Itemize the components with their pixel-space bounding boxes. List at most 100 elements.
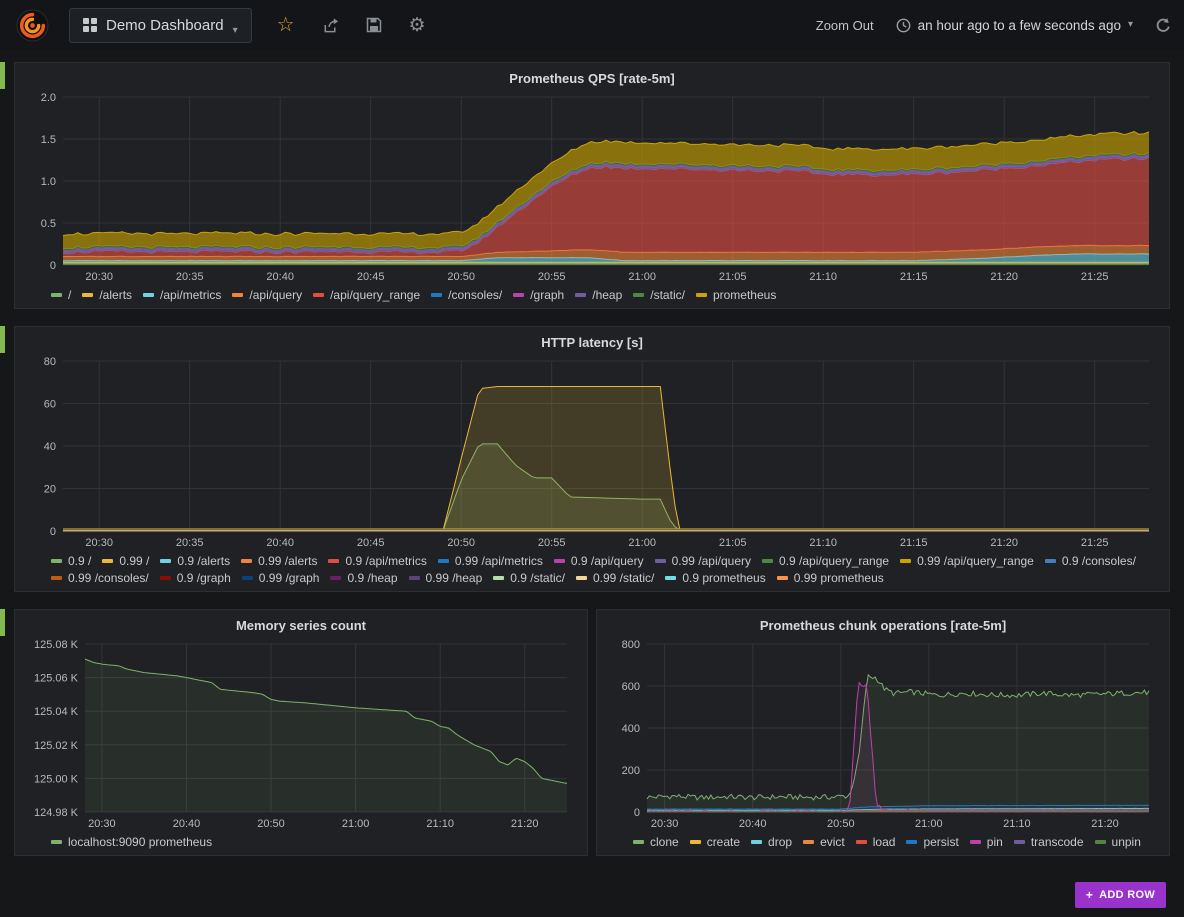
legend-item[interactable]: 0.99 /api/metrics: [438, 554, 543, 568]
grafana-logo-icon: [16, 9, 49, 42]
legend-item[interactable]: /api/metrics: [143, 288, 221, 302]
x-tick-label: 21:25: [1081, 537, 1109, 549]
legend-item[interactable]: 0.9 /graph: [160, 571, 231, 585]
legend-item[interactable]: /graph: [513, 288, 564, 302]
legend-item[interactable]: 0.9 /api/metrics: [328, 554, 426, 568]
time-range-picker[interactable]: an hour ago to a few seconds ago ▾: [896, 18, 1133, 33]
add-row-label: ADD ROW: [1099, 889, 1155, 901]
legend-label: /api/query_range: [330, 288, 420, 302]
legend-swatch: [1014, 840, 1025, 844]
legend-label: 0.99 /graph: [259, 571, 320, 585]
panel-title[interactable]: Prometheus chunk operations [rate-5m]: [605, 614, 1161, 636]
legend-item[interactable]: create: [690, 835, 740, 849]
legend-item[interactable]: 0.9 /: [51, 554, 91, 568]
legend-item[interactable]: /heap: [575, 288, 622, 302]
legend-item[interactable]: drop: [751, 835, 792, 849]
legend-swatch: [633, 840, 644, 844]
share-button[interactable]: [322, 17, 339, 34]
legend-item[interactable]: prometheus: [696, 288, 776, 302]
legend-item[interactable]: clone: [633, 835, 679, 849]
row-handle[interactable]: [0, 326, 5, 353]
chunk-operations-chart[interactable]: 20:3020:4020:5021:0021:1021:200200400600…: [605, 636, 1161, 832]
legend-label: load: [873, 835, 896, 849]
clock-icon: [896, 18, 911, 33]
legend-swatch: [777, 576, 788, 580]
legend-item[interactable]: 0.99 /api/query_range: [900, 554, 1034, 568]
legend-item[interactable]: 0.9 /api/query_range: [762, 554, 889, 568]
legend-item[interactable]: 0.9 /api/query: [554, 554, 644, 568]
legend-item[interactable]: /alerts: [82, 288, 132, 302]
legend-swatch: [900, 559, 911, 563]
star-icon: ☆: [277, 15, 295, 35]
legend-item[interactable]: transcode: [1014, 835, 1084, 849]
legend-swatch: [328, 559, 339, 563]
x-tick-label: 20:50: [257, 818, 285, 830]
row-handle[interactable]: [0, 62, 5, 89]
y-tick-label: 0: [50, 526, 56, 538]
legend: / /alerts/api/metrics/api/query/api/query…: [51, 285, 1161, 306]
legend-item[interactable]: /static/: [633, 288, 685, 302]
legend-item[interactable]: 0.99 /: [102, 554, 149, 568]
panel-title[interactable]: Prometheus QPS [rate-5m]: [23, 67, 1161, 89]
legend-label: 0.99 /consoles/: [68, 571, 149, 585]
panel-title[interactable]: HTTP latency [s]: [23, 331, 1161, 353]
legend-item[interactable]: 0.9 prometheus: [665, 571, 765, 585]
legend-item[interactable]: /: [51, 288, 71, 302]
http-latency-chart[interactable]: 20:3020:3520:4020:4520:5020:5521:0021:05…: [23, 353, 1161, 551]
legend-item[interactable]: pin: [970, 835, 1003, 849]
legend-item[interactable]: 0.9 /heap: [330, 571, 397, 585]
legend-swatch: [803, 840, 814, 844]
legend-label: 0.9 /heap: [347, 571, 397, 585]
legend-label: unpin: [1112, 835, 1141, 849]
x-tick-label: 21:15: [900, 271, 928, 283]
legend-swatch: [51, 576, 62, 580]
panel-memory-series-count: Memory series count 20:3020:4020:5021:00…: [14, 609, 588, 856]
legend-item[interactable]: 0.99 /api/query: [655, 554, 751, 568]
row-handle[interactable]: [0, 609, 5, 636]
legend-item[interactable]: persist: [906, 835, 958, 849]
y-tick-label: 1.5: [41, 134, 56, 146]
settings-button[interactable]: ⚙: [409, 16, 426, 35]
legend-item[interactable]: 0.99 /consoles/: [51, 571, 149, 585]
legend-swatch: [82, 293, 93, 297]
y-tick-label: 2.0: [41, 92, 56, 104]
x-tick-label: 20:50: [447, 537, 475, 549]
legend-item[interactable]: unpin: [1095, 835, 1141, 849]
dashboard-body: Prometheus QPS [rate-5m] 20:3020:3520:40…: [0, 50, 1184, 856]
legend-item[interactable]: 0.99 /graph: [242, 571, 320, 585]
legend-item[interactable]: /api/query: [232, 288, 302, 302]
legend-label: 0.9 /: [68, 554, 91, 568]
legend-item[interactable]: 0.9 /static/: [493, 571, 565, 585]
legend-label: 0.9 /graph: [177, 571, 231, 585]
navbar: Demo Dashboard ▾ ☆ ⚙ Zoo: [0, 0, 1184, 50]
legend-swatch: [232, 293, 243, 297]
x-tick-label: 20:45: [357, 271, 385, 283]
prometheus-qps-chart[interactable]: 20:3020:3520:4020:4520:5020:5521:0021:05…: [23, 89, 1161, 285]
legend-label: 0.9 /static/: [510, 571, 565, 585]
legend-label: 0.99 /: [119, 554, 149, 568]
legend-item[interactable]: evict: [803, 835, 845, 849]
panel-title[interactable]: Memory series count: [23, 614, 579, 636]
y-tick-label: 800: [622, 639, 640, 651]
memory-series-chart[interactable]: 20:3020:4020:5021:0021:1021:20124.98 K12…: [23, 636, 579, 832]
legend-label: /api/query: [249, 288, 302, 302]
legend-item[interactable]: 0.99 /static/: [576, 571, 654, 585]
legend-item[interactable]: 0.99 /alerts: [241, 554, 317, 568]
dashboard-picker[interactable]: Demo Dashboard ▾: [69, 8, 252, 43]
legend-item[interactable]: 0.9 /consoles/: [1045, 554, 1136, 568]
legend-item[interactable]: load: [856, 835, 896, 849]
save-button[interactable]: [366, 17, 382, 33]
legend-item[interactable]: /consoles/: [431, 288, 502, 302]
legend-item[interactable]: 0.99 prometheus: [777, 571, 884, 585]
zoom-out-button[interactable]: Zoom Out: [816, 18, 874, 33]
time-range-label: an hour ago to a few seconds ago: [918, 18, 1121, 33]
grafana-logo[interactable]: [16, 9, 49, 42]
add-row-button[interactable]: + ADD ROW: [1075, 882, 1166, 908]
legend-item[interactable]: 0.9 /alerts: [160, 554, 230, 568]
legend-item[interactable]: 0.99 /heap: [409, 571, 483, 585]
refresh-button[interactable]: [1155, 17, 1172, 34]
star-button[interactable]: ☆: [277, 15, 295, 35]
legend-item[interactable]: /api/query_range: [313, 288, 420, 302]
legend-item[interactable]: localhost:9090 prometheus: [51, 835, 212, 849]
legend-label: create: [707, 835, 740, 849]
